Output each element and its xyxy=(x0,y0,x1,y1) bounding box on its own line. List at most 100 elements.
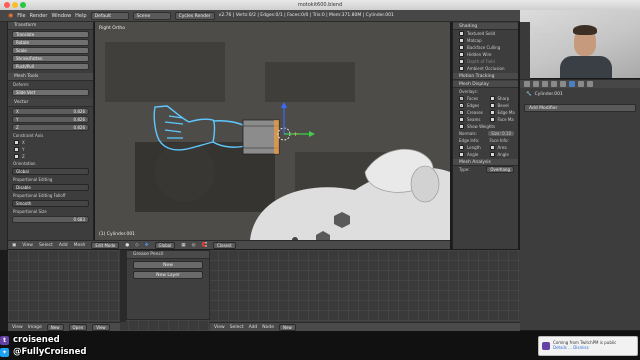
shading-mode-icon[interactable]: ● xyxy=(125,243,129,248)
render-engine-selector[interactable]: Cycles Render xyxy=(174,11,215,20)
menu-add[interactable]: Add xyxy=(59,243,68,248)
mesh-tools-header[interactable]: Mesh Tools xyxy=(8,73,93,81)
overlay-creases[interactable]: Creases xyxy=(457,109,488,116)
node-menu-node[interactable]: Node xyxy=(262,325,274,330)
layers-icon[interactable]: ▦ xyxy=(181,243,185,248)
overlay-face-marks[interactable]: Face Ma xyxy=(488,116,519,123)
matcap-option[interactable]: Matcap xyxy=(453,37,518,44)
image-menu-image[interactable]: Image xyxy=(28,325,42,330)
grease-pencil-header[interactable]: Grease Pencil xyxy=(127,251,209,259)
slide-vert-button[interactable]: Slide Vert xyxy=(12,89,89,96)
motion-tracking-header[interactable]: Motion Tracking xyxy=(453,73,518,80)
layers-tab-icon[interactable] xyxy=(533,81,539,87)
outliner-item-camera[interactable]: Camera xyxy=(530,44,576,50)
ambient-occlusion-option[interactable]: Ambient Occlusion xyxy=(453,65,518,72)
info-face-angle[interactable]: Angle xyxy=(488,151,519,158)
overlay-bevel[interactable]: Bevel xyxy=(488,102,519,109)
constraint-z-checkbox[interactable]: Z xyxy=(8,153,93,160)
proportional-edit-icon[interactable]: ◎ xyxy=(192,243,196,248)
snap-icon[interactable]: 🧲 xyxy=(202,243,208,248)
rotate-button[interactable]: Rotate xyxy=(12,39,89,46)
image-new-button[interactable]: New xyxy=(46,323,64,331)
mesh-display-header[interactable]: Mesh Display xyxy=(453,81,518,88)
bottom-editors[interactable] xyxy=(8,250,520,332)
add-modifier-dropdown[interactable]: Add Modifier xyxy=(524,104,636,112)
object-tab-icon[interactable] xyxy=(560,81,566,87)
zoom-window-icon[interactable] xyxy=(20,2,26,8)
overlay-sharp-label: Sharp xyxy=(497,96,510,101)
streamer-body xyxy=(560,56,612,78)
close-window-icon[interactable] xyxy=(4,2,10,8)
constraint-x-checkbox[interactable]: X xyxy=(8,139,93,146)
menu-mesh[interactable]: Mesh xyxy=(74,243,86,248)
node-menu-select[interactable]: Select xyxy=(230,325,244,330)
menu-file[interactable]: File xyxy=(17,13,25,19)
shading-header[interactable]: Shading xyxy=(453,23,518,30)
notification-toast[interactable]: Coming from TwitchPM is public Details .… xyxy=(538,336,638,356)
editor-type-icon[interactable]: ▣ xyxy=(12,243,16,248)
node-new-button[interactable]: New xyxy=(279,323,296,331)
grease-pencil-new-button[interactable]: New xyxy=(133,261,203,269)
motorbike-side-part[interactable] xyxy=(410,165,440,203)
tool-tabs-strip[interactable] xyxy=(0,22,8,250)
prop-falloff-select[interactable]: Smooth xyxy=(12,200,89,207)
mesh-analysis-header[interactable]: Mesh Analysis xyxy=(453,159,518,166)
info-length[interactable]: Length xyxy=(457,144,488,151)
3d-viewport[interactable]: + Right Ortho (1) Cylinder.001 xyxy=(95,22,450,240)
cylinder-object[interactable] xyxy=(242,119,280,155)
transform-orientation-select[interactable]: Global xyxy=(154,241,176,249)
vector-z-field[interactable]: Z 0.826 xyxy=(12,124,89,131)
hidden-wire-option[interactable]: Hidden Wire xyxy=(453,51,518,58)
menu-select[interactable]: Select xyxy=(39,243,53,248)
info-edge-angle[interactable]: Angle xyxy=(457,151,488,158)
image-open-button[interactable]: Open xyxy=(68,323,88,331)
material-tab-icon[interactable] xyxy=(587,81,593,87)
orientation-select[interactable]: Global xyxy=(12,168,89,175)
menu-window[interactable]: Window xyxy=(51,13,71,19)
menu-view[interactable]: View xyxy=(22,243,33,248)
info-area[interactable]: Area xyxy=(488,144,519,151)
layout-selector[interactable]: Default xyxy=(90,11,129,20)
pivot-icon[interactable]: ◇ xyxy=(135,243,138,248)
mode-select[interactable]: Edit Mode xyxy=(91,241,120,249)
constraint-y-checkbox[interactable]: Y xyxy=(8,146,93,153)
scale-button[interactable]: Scale xyxy=(12,47,89,54)
scene-selector[interactable]: Scene xyxy=(132,11,171,20)
notification-line-2[interactable]: Details ... Dismiss xyxy=(553,345,633,350)
modifier-tab-icon[interactable] xyxy=(569,81,575,87)
overlay-faces[interactable]: Faces xyxy=(457,95,488,102)
menu-help[interactable]: Help xyxy=(75,13,86,19)
manipulator-icon[interactable]: ✥ xyxy=(145,243,149,248)
prop-editing-select[interactable]: Disable xyxy=(12,184,89,191)
blender-logo-icon[interactable]: ◉ xyxy=(8,12,13,19)
minimize-window-icon[interactable] xyxy=(12,2,18,8)
vector-x-field[interactable]: X 0.826 xyxy=(12,108,89,115)
overlay-edge-marks[interactable]: Edge Ma xyxy=(488,109,519,116)
overlay-edges[interactable]: Edges xyxy=(457,102,488,109)
image-view-select[interactable]: View xyxy=(92,323,110,331)
transform-panel-header[interactable]: Transform xyxy=(8,22,93,30)
normals-size-field[interactable]: Size: 0.10 xyxy=(488,131,514,136)
node-menu-add[interactable]: Add xyxy=(249,325,258,330)
depth-of-field-option[interactable]: Depth of Field xyxy=(453,58,518,65)
backface-culling-option[interactable]: Backface Culling xyxy=(453,44,518,51)
show-weights-option[interactable]: Show Weights xyxy=(453,123,518,130)
textured-solid-option[interactable]: Textured Solid xyxy=(453,30,518,37)
overlay-sharp[interactable]: Sharp xyxy=(488,95,519,102)
data-tab-icon[interactable] xyxy=(578,81,584,87)
snap-target-select[interactable]: Closest xyxy=(213,241,236,249)
push-pull-button[interactable]: Push/Pull xyxy=(12,63,89,70)
render-tab-icon[interactable] xyxy=(524,81,530,87)
prop-size-field[interactable]: 0.683 xyxy=(12,216,89,223)
translate-button[interactable]: Translate xyxy=(12,31,89,38)
analysis-type-select[interactable]: Overhang xyxy=(486,166,514,173)
menu-render[interactable]: Render xyxy=(30,13,48,19)
overlay-seams[interactable]: Seams xyxy=(457,116,488,123)
vector-y-field[interactable]: Y 0.826 xyxy=(12,116,89,123)
grease-pencil-new-layer-button[interactable]: New Layer xyxy=(133,271,203,279)
image-menu-view[interactable]: View xyxy=(12,325,23,330)
scene-tab-icon[interactable] xyxy=(542,81,548,87)
shrink-fatten-button[interactable]: Shrink/Fatten xyxy=(12,55,89,62)
world-tab-icon[interactable] xyxy=(551,81,557,87)
node-menu-view[interactable]: View xyxy=(214,325,225,330)
